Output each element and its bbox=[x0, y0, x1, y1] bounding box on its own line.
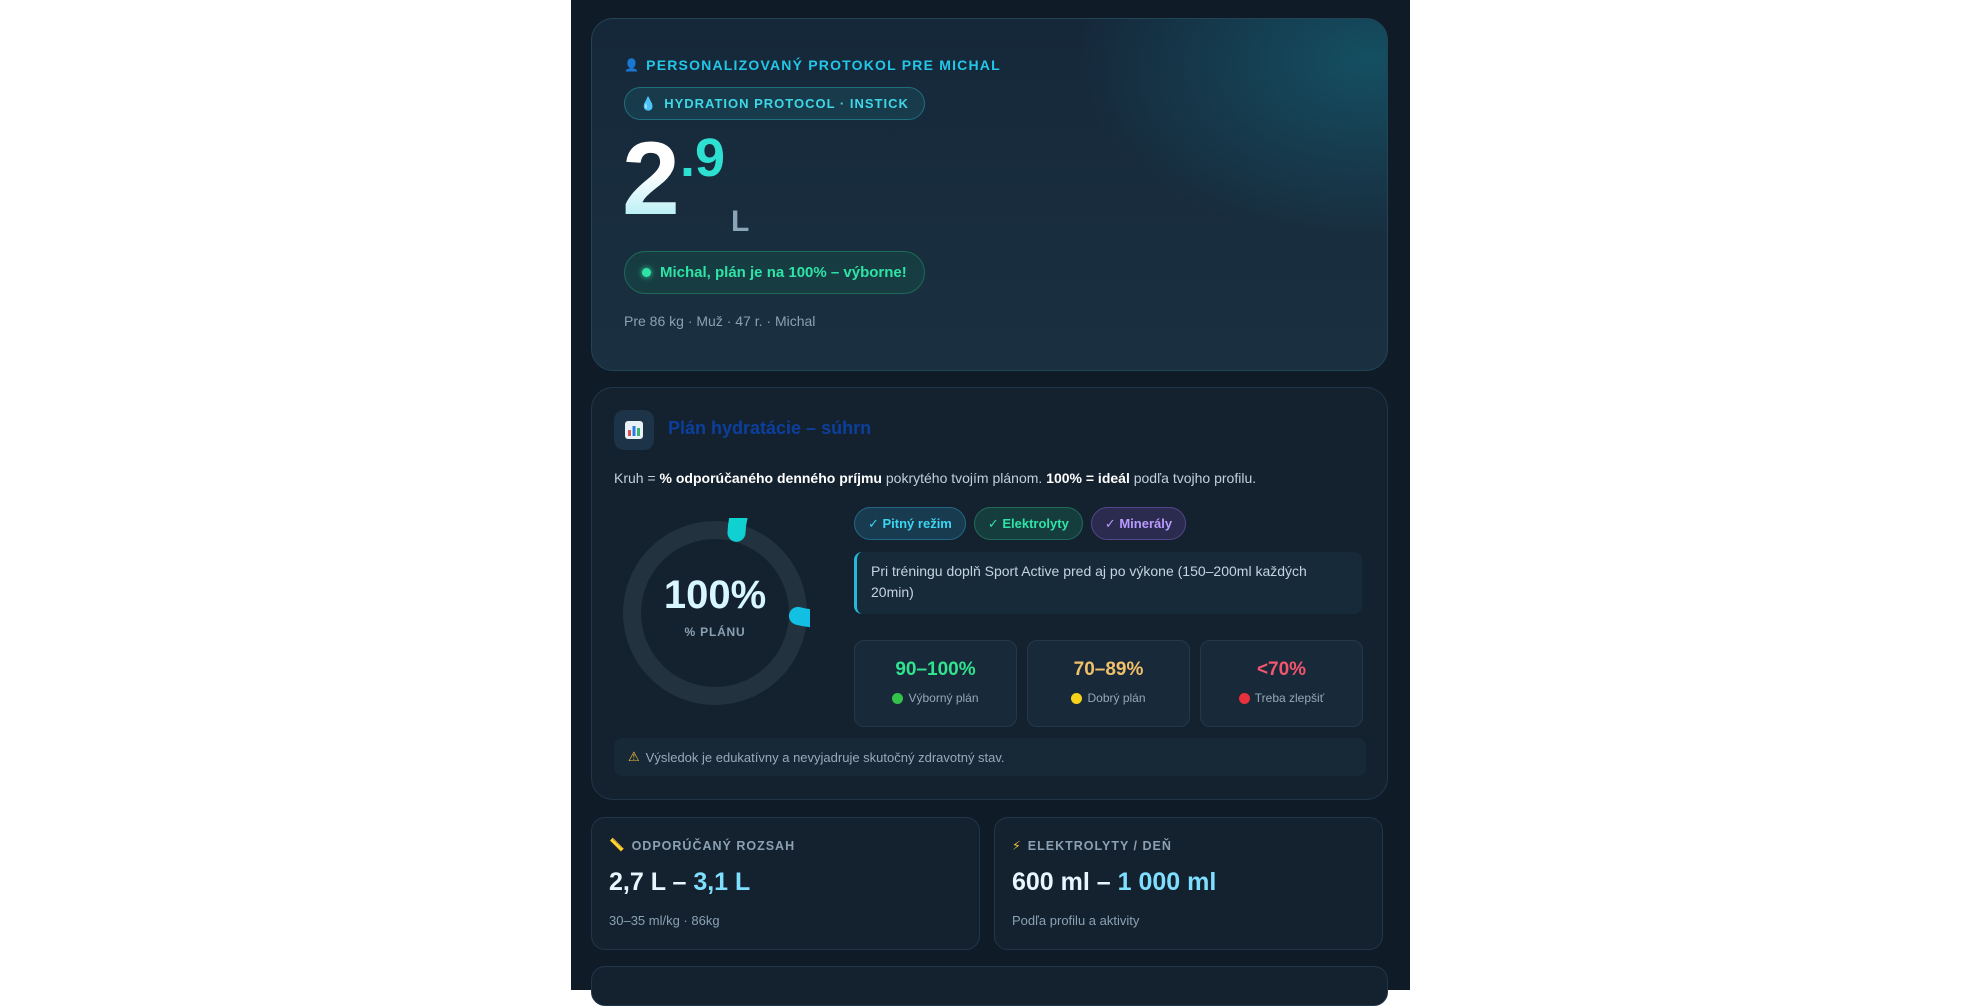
green-circle-icon bbox=[892, 692, 904, 704]
chart-icon bbox=[614, 410, 654, 450]
tier-value: <70% bbox=[1256, 659, 1307, 680]
red-circle-icon bbox=[1238, 692, 1250, 704]
ruler-icon: 📏 bbox=[609, 838, 626, 852]
range-label: ODPORÚČANÝ ROZSAH bbox=[631, 838, 796, 853]
summary-title: Plán hydratácie – súhrn bbox=[668, 418, 872, 438]
disclaimer-text: Výsledok je edukatívny a nevyjadruje sku… bbox=[645, 749, 1005, 765]
profile-label: PERSONALIZOVANÝ PROTOKOL PRE MICHAL bbox=[646, 57, 1001, 73]
tier-label: Výborný plán bbox=[908, 691, 979, 705]
protocol-badge: 💧 HYDRATION PROTOCOL · INSTICK bbox=[624, 87, 925, 120]
next-card bbox=[591, 966, 1388, 1006]
electrolytes-label-row: ⚡ ELEKTROLYTY / DEŇ bbox=[1012, 838, 1172, 854]
training-tip: Pri tréningu doplň Sport Active pred aj … bbox=[854, 552, 1362, 614]
protocol-badge-label: HYDRATION PROTOCOL · INSTICK bbox=[664, 96, 909, 111]
electrolytes-card: ⚡ ELEKTROLYTY / DEŇ 600 ml – 1 000 ml Po… bbox=[994, 817, 1383, 950]
electrolytes-sub: Podľa profilu a aktivity bbox=[1012, 913, 1140, 928]
range-label-row: 📏 ODPORÚČANÝ ROZSAH bbox=[609, 838, 795, 853]
tier-improve: <70% Treba zlepšiť bbox=[1200, 640, 1363, 727]
summary-description: Kruh = % odporúčaného denného príjmu pok… bbox=[614, 470, 1256, 486]
tier-good: 70–89% Dobrý plán bbox=[1027, 640, 1190, 727]
person-icon: 👤 bbox=[624, 58, 641, 72]
status-text: Michal, plán je na 100% – výborne! bbox=[660, 264, 907, 281]
tier-value: 70–89% bbox=[1073, 659, 1144, 680]
tier-label-row: Treba zlepšiť bbox=[1201, 691, 1362, 705]
desc-middle: pokrytého tvojím plánom. bbox=[881, 470, 1047, 486]
range-value-low: 2,7 L – bbox=[609, 868, 694, 896]
chip-minerals: ✓ Minerály bbox=[1090, 507, 1187, 540]
desc-emphasis-2: 100% = ideál bbox=[1046, 470, 1130, 486]
droplet-icon: 💧 bbox=[640, 95, 658, 111]
ring-value: 100% bbox=[663, 573, 767, 617]
disclaimer-note: ⚠ Výsledok je edukatívny a nevyjadruje s… bbox=[614, 738, 1366, 776]
amount-integer: 2 bbox=[622, 121, 680, 237]
chip-electrolytes: ✓ Elektrolyty bbox=[973, 507, 1083, 540]
warning-icon: ⚠ bbox=[628, 749, 640, 764]
chip-drinking: ✓ Pitný režim bbox=[854, 507, 966, 540]
range-value-high: 3,1 L bbox=[693, 868, 751, 896]
electrolytes-value-high: 1 000 ml bbox=[1117, 868, 1217, 896]
tier-value: 90–100% bbox=[895, 659, 976, 680]
tier-label-row: Dobrý plán bbox=[1028, 691, 1189, 705]
desc-emphasis-1: % odporúčaného denného príjmu bbox=[659, 470, 882, 486]
tier-label: Dobrý plán bbox=[1087, 691, 1146, 705]
range-sub: 30–35 ml/kg · 86kg bbox=[609, 913, 720, 928]
hero-card: 👤 PERSONALIZOVANÝ PROTOKOL PRE MICHAL 💧 … bbox=[591, 18, 1388, 371]
tier-label: Treba zlepšiť bbox=[1254, 691, 1325, 705]
yellow-circle-icon bbox=[1071, 692, 1083, 704]
ring-label: % PLÁNU bbox=[684, 625, 746, 639]
lightning-icon: ⚡ bbox=[1012, 839, 1022, 853]
desc-prefix: Kruh = bbox=[614, 470, 660, 486]
amount-decimal: .9 bbox=[680, 128, 726, 188]
status-pill: Michal, plán je na 100% – výborne! bbox=[624, 251, 925, 294]
tier-excellent: 90–100% Výborný plán bbox=[854, 640, 1017, 727]
range-value: 2,7 L – 3,1 L bbox=[609, 868, 750, 897]
profile-heading: 👤 PERSONALIZOVANÝ PROTOKOL PRE MICHAL bbox=[624, 57, 1001, 73]
recommended-range-card: 📏 ODPORÚČANÝ ROZSAH 2,7 L – 3,1 L 30–35 … bbox=[591, 817, 980, 950]
electrolytes-value-low: 600 ml – bbox=[1012, 868, 1118, 896]
status-dot-icon bbox=[642, 268, 651, 277]
tier-label-row: Výborný plán bbox=[855, 691, 1016, 705]
profile-meta: Pre 86 kg · Muž · 47 r. · Michal bbox=[624, 313, 816, 329]
electrolytes-label: ELEKTROLYTY / DEŇ bbox=[1027, 838, 1172, 853]
main-column: 👤 PERSONALIZOVANÝ PROTOKOL PRE MICHAL 💧 … bbox=[571, 0, 1410, 1006]
amount-unit: L bbox=[731, 205, 750, 238]
feature-chips: ✓ Pitný režim ✓ Elektrolyty ✓ Minerály bbox=[854, 507, 1187, 540]
electrolytes-value: 600 ml – 1 000 ml bbox=[1012, 868, 1216, 897]
desc-suffix: podľa tvojho profilu. bbox=[1129, 470, 1257, 486]
summary-card: Plán hydratácie – súhrn Kruh = % odporúč… bbox=[591, 387, 1388, 800]
